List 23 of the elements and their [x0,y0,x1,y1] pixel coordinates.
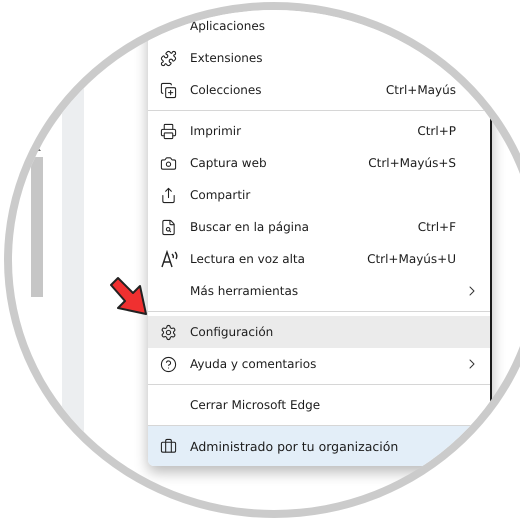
collections-icon [160,82,177,98]
menu-item[interactable]: Imprimir Ctrl+P [148,115,490,147]
camera-icon [160,154,177,172]
read-aloud-icon [160,250,180,268]
menu-item[interactable]: Buscar en la página Ctrl+F [148,211,490,243]
menu-item[interactable]: Extensiones [148,42,490,74]
menu-item[interactable]: Aplicaciones [148,10,490,42]
menu-item[interactable]: Más herramientas [148,275,490,307]
menu-item[interactable]: Colecciones Ctrl+Mayús [148,74,490,106]
search-icon [160,218,177,236]
settings-icon [160,324,177,340]
help-icon [160,356,177,372]
puzzle-icon [160,50,177,66]
menu-item[interactable]: Configuración [148,316,490,348]
briefcase-icon [160,438,177,454]
menu-item[interactable]: Compartir [148,179,490,211]
scrollbar-thumb[interactable] [31,157,43,297]
menu-item[interactable]: Lectura en voz alta Ctrl+Mayús+U [148,243,490,275]
menu-item[interactable]: Captura web Ctrl+Mayús+S [148,147,490,179]
share-icon [160,186,177,204]
printer-icon [160,122,177,140]
menu-item[interactable]: Ayuda y comentarios [148,348,490,380]
menu-item[interactable]: Cerrar Microsoft Edge [148,389,490,421]
